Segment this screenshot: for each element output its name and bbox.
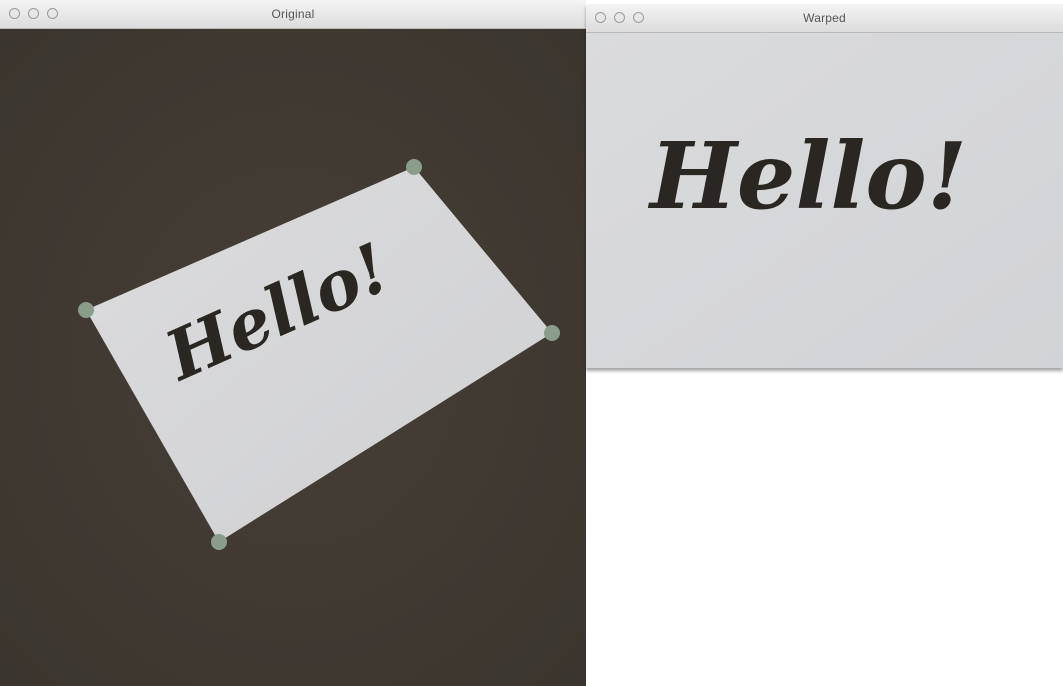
warped-titlebar[interactable]: Warped	[586, 4, 1063, 33]
corner-marker-bottom-right[interactable]	[544, 325, 560, 341]
warped-image: Hello!	[586, 33, 1063, 368]
warped-window: Warped Hello!	[586, 4, 1063, 368]
warped-handwriting: Hello!	[647, 122, 967, 230]
original-window: Original Hello!	[0, 0, 586, 686]
corner-marker-bottom-left[interactable]	[211, 534, 227, 550]
original-image: Hello!	[0, 29, 586, 686]
original-titlebar[interactable]: Original	[0, 0, 586, 29]
warped-image-view: Hello!	[586, 33, 1063, 368]
original-window-title: Original	[271, 7, 315, 21]
warped-window-title: Warped	[803, 11, 846, 25]
corner-marker-top-left[interactable]	[78, 302, 94, 318]
original-image-view: Hello!	[0, 29, 586, 686]
corner-marker-top-right[interactable]	[406, 159, 422, 175]
